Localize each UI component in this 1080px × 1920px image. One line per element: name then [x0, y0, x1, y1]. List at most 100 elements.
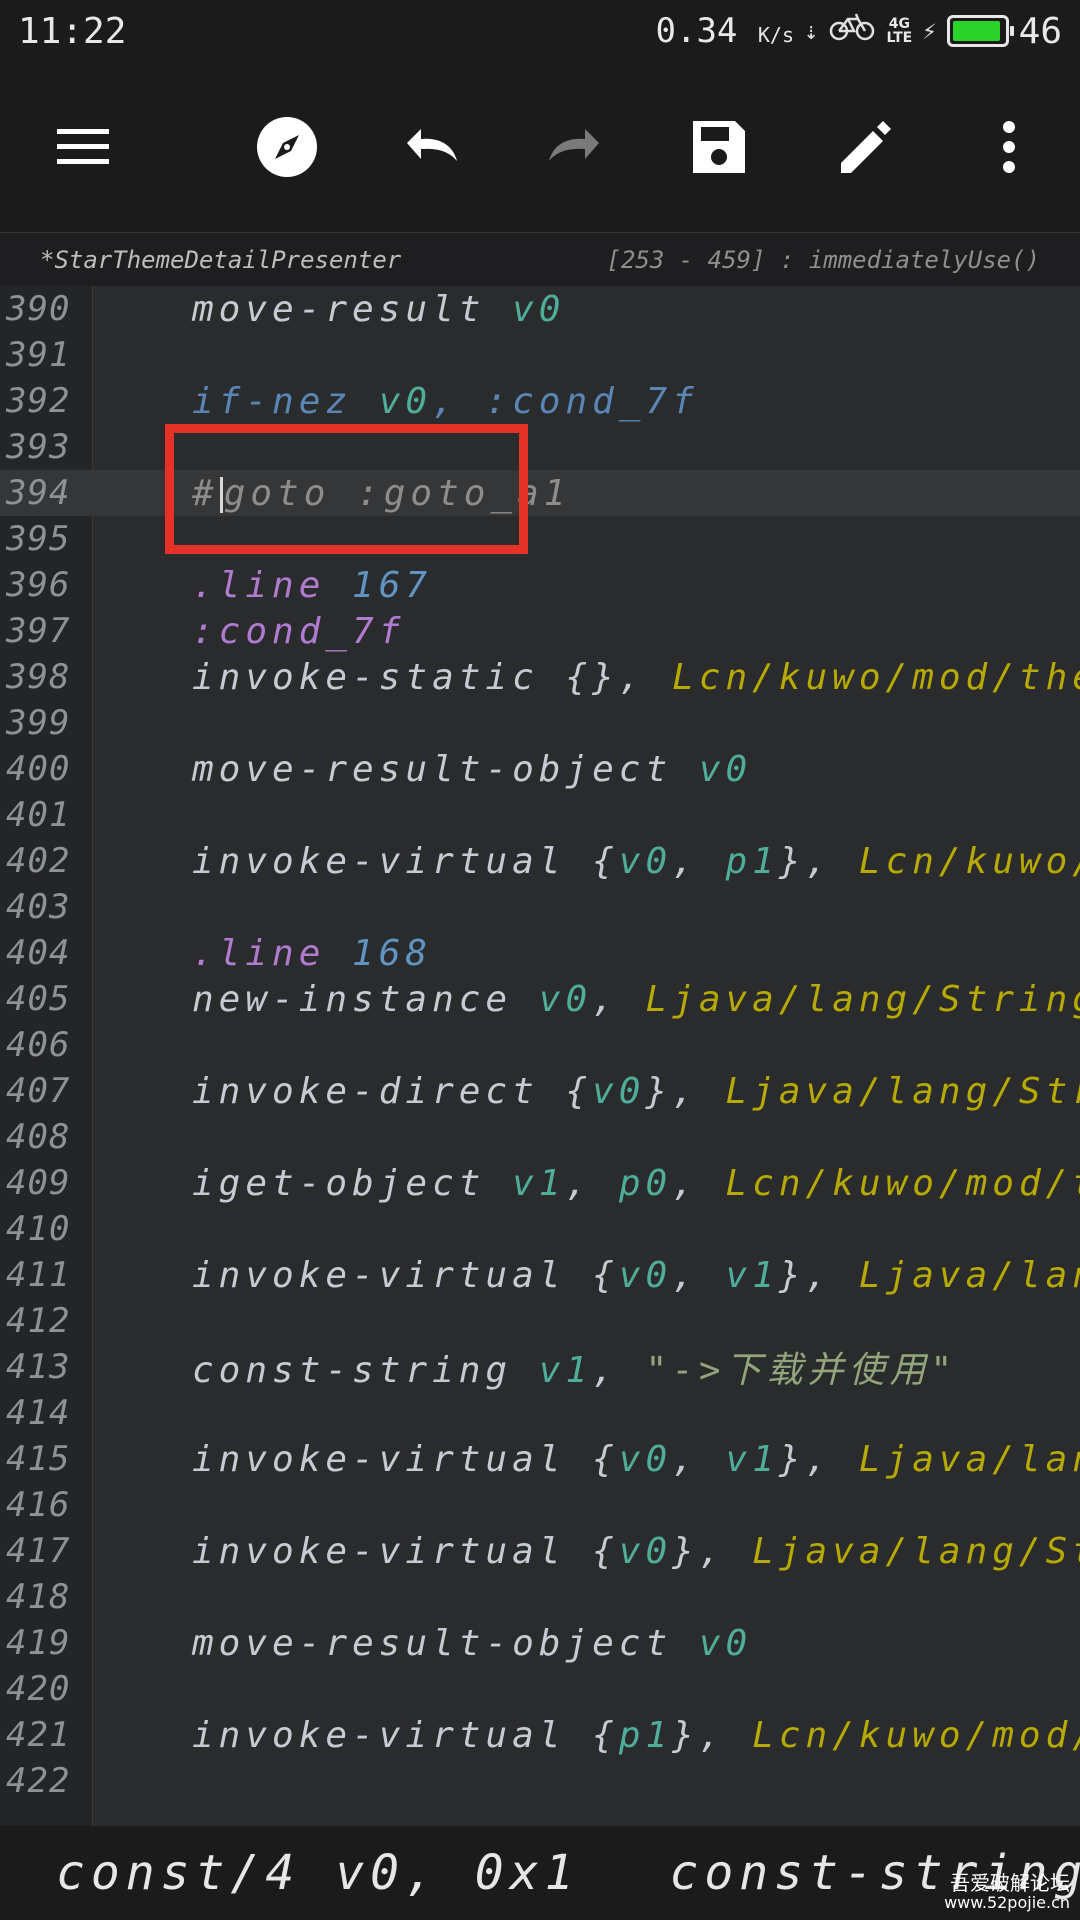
status-bar: 11:22 0.34 K/s ⇣ 4G LTE ⚡ 46	[0, 0, 1080, 62]
line-number: 390	[6, 289, 71, 329]
code-line[interactable]: 410	[0, 1206, 1080, 1252]
menu-button[interactable]	[48, 112, 118, 182]
code-line[interactable]: 411 invoke-virtual {v0, v1}, Ljava/lang/S…	[0, 1252, 1080, 1298]
network-speed-value: 0.34	[655, 11, 738, 51]
code-token: Lcn/kuwo/mod/t	[858, 840, 1080, 882]
code-line[interactable]: 394 # goto :goto_a1	[0, 470, 1080, 516]
code-line[interactable]: 405 new-instance v0, Ljava/lang/StringBui…	[0, 976, 1080, 1022]
code-text[interactable]: invoke-virtual {p1}, Lcn/kuwo/mod/theme	[92, 1715, 1080, 1756]
line-number: 420	[6, 1669, 71, 1709]
code-token: Ljava/lang/Str	[858, 1254, 1080, 1296]
code-token: 168	[352, 932, 433, 974]
code-text[interactable]: :cond_7f	[92, 611, 405, 652]
code-line[interactable]: 414	[0, 1390, 1080, 1436]
code-token: {	[592, 1254, 619, 1296]
code-text[interactable]: invoke-virtual {v0, p1}, Lcn/kuwo/mod/t	[92, 841, 1080, 882]
code-line[interactable]: 421 invoke-virtual {p1}, Lcn/kuwo/mod/the…	[0, 1712, 1080, 1758]
download-arrow-icon: ⇣	[804, 17, 819, 45]
code-token: move-result-object	[192, 1622, 699, 1664]
code-token: if-nez	[192, 380, 379, 422]
code-line[interactable]: 408	[0, 1114, 1080, 1160]
code-token: ,	[592, 1350, 646, 1391]
undo-button[interactable]	[396, 112, 466, 182]
code-token: ,	[565, 1162, 619, 1204]
line-number: 417	[6, 1531, 71, 1571]
code-token: .line	[192, 564, 353, 606]
code-line[interactable]: 407 invoke-direct {v0}, Ljava/lang/String…	[0, 1068, 1080, 1114]
code-token: , :cond_7f	[432, 380, 699, 422]
code-line[interactable]: 420	[0, 1666, 1080, 1712]
redo-icon	[549, 129, 599, 161]
code-line[interactable]: 413 const-string v1, "->下载并使用"	[0, 1341, 1080, 1393]
line-number: 398	[6, 657, 71, 697]
code-text[interactable]: if-nez v0, :cond_7f	[92, 381, 699, 422]
code-line[interactable]: 395	[0, 516, 1080, 562]
code-line[interactable]: 392 if-nez v0, :cond_7f	[0, 378, 1080, 424]
code-text[interactable]: iget-object v1, p0, Lcn/kuwo/mod/theme/	[92, 1163, 1080, 1204]
code-text[interactable]: invoke-direct {v0}, Ljava/lang/StringBu	[92, 1071, 1080, 1112]
code-line[interactable]: 412	[0, 1298, 1080, 1344]
battery-level: 46	[1018, 10, 1062, 52]
code-line[interactable]: 398 invoke-static {}, Lcn/kuwo/mod/theme/…	[0, 654, 1080, 700]
code-line[interactable]: 390 move-result v0	[0, 286, 1080, 332]
code-line[interactable]: 397:cond_7f	[0, 608, 1080, 654]
code-text[interactable]: new-instance v0, Ljava/lang/StringBuild	[92, 979, 1080, 1020]
code-text[interactable]: move-result v0	[92, 289, 565, 330]
code-line[interactable]: 406	[0, 1022, 1080, 1068]
code-line[interactable]: 400 move-result-object v0	[0, 746, 1080, 792]
code-line[interactable]: 422	[0, 1758, 1080, 1804]
code-line[interactable]: 403	[0, 884, 1080, 930]
battery-fill	[952, 21, 1001, 41]
code-line[interactable]: 419 move-result-object v0	[0, 1620, 1080, 1666]
code-text[interactable]: move-result-object v0	[92, 1623, 752, 1664]
code-line[interactable]: 402 invoke-virtual {v0, p1}, Lcn/kuwo/mod…	[0, 838, 1080, 884]
code-token: new-instance	[192, 978, 539, 1020]
code-text[interactable]: .line 167	[92, 565, 432, 606]
code-token: v0	[512, 288, 566, 330]
navigate-button[interactable]	[252, 112, 322, 182]
code-text[interactable]: const-string v1, "->下载并使用"	[92, 1341, 957, 1393]
code-token: const-string	[192, 1350, 539, 1391]
code-line[interactable]: 391	[0, 332, 1080, 378]
code-line[interactable]: 393	[0, 424, 1080, 470]
method-range[interactable]: [253 - 459] : immediatelyUse()	[607, 246, 1040, 274]
editor-toolbar	[0, 62, 1080, 232]
code-text[interactable]: invoke-virtual {v0}, Ljava/lang/StringB	[92, 1531, 1080, 1572]
code-line[interactable]: 415 invoke-virtual {v0, v1}, Ljava/lang/S…	[0, 1436, 1080, 1482]
code-line[interactable]: 401	[0, 792, 1080, 838]
line-number: 406	[6, 1025, 71, 1065]
code-line[interactable]: 404 .line 168	[0, 930, 1080, 976]
code-line[interactable]: 399	[0, 700, 1080, 746]
code-token: {	[565, 1070, 593, 1112]
edit-button[interactable]	[830, 112, 900, 182]
code-text[interactable]: invoke-static {}, Lcn/kuwo/mod/theme/mo	[92, 657, 1080, 698]
code-line[interactable]: 417 invoke-virtual {v0}, Ljava/lang/Strin…	[0, 1528, 1080, 1574]
code-line[interactable]: 396 .line 167	[0, 562, 1080, 608]
code-token: invoke-virtual	[192, 1438, 593, 1480]
compass-icon	[257, 117, 317, 177]
code-text[interactable]: invoke-virtual {v0, v1}, Ljava/lang/Str	[92, 1439, 1080, 1480]
save-button[interactable]	[684, 112, 754, 182]
code-token: :cond_7f	[192, 610, 406, 652]
code-token: },	[645, 1070, 726, 1112]
code-text[interactable]: move-result-object v0	[92, 749, 752, 790]
code-text[interactable]: .line 168	[92, 933, 432, 974]
line-number: 415	[6, 1439, 71, 1479]
code-text[interactable]: invoke-virtual {v0, v1}, Ljava/lang/Str	[92, 1255, 1080, 1296]
code-line[interactable]: 418	[0, 1574, 1080, 1620]
code-editor[interactable]: 390 move-result v0 391 392 if-nez v0, :cond_…	[0, 286, 1080, 1826]
file-name-tab[interactable]: *StarThemeDetailPresenter	[40, 246, 401, 274]
watermark: 吾爱破解论坛 www.52pojie.cn	[944, 1872, 1070, 1912]
line-number: 421	[6, 1715, 71, 1755]
line-number: 409	[6, 1163, 71, 1203]
snippet-item[interactable]: const/4 v0, 0x1	[0, 1845, 579, 1901]
code-token: "->下载并使用"	[645, 1350, 958, 1391]
status-time: 11:22	[18, 10, 127, 52]
code-token: Lcn/kuwo/mod/theme/mo	[672, 656, 1080, 698]
code-line[interactable]: 409 iget-object v1, p0, Lcn/kuwo/mod/them…	[0, 1160, 1080, 1206]
more-options-button[interactable]	[974, 112, 1044, 182]
redo-button[interactable]	[540, 112, 610, 182]
code-token: Lcn/kuwo/mod/theme/	[725, 1162, 1080, 1204]
code-line[interactable]: 416	[0, 1482, 1080, 1528]
code-token: v0	[618, 1438, 673, 1480]
